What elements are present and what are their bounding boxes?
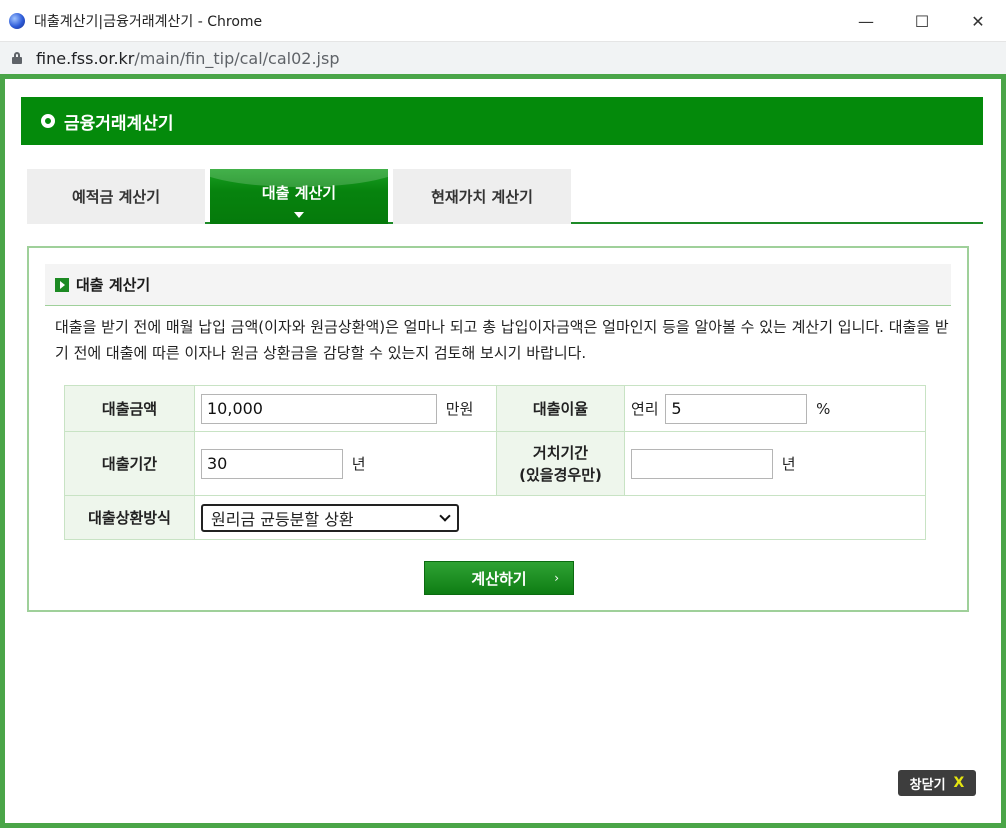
arrow-box-icon bbox=[55, 277, 69, 292]
repayment-method-value: 원리금 균등분할 상환 bbox=[211, 509, 354, 529]
close-popup-label: 창닫기 bbox=[909, 777, 946, 793]
loan-calculator-panel: 대출 계산기 대출을 받기 전에 매월 납입 금액(이자와 원금상환액)은 얼마… bbox=[27, 246, 969, 612]
section-description: 대출을 받기 전에 매월 납입 금액(이자와 원금상환액)은 얼마나 되고 총 … bbox=[55, 318, 949, 362]
rate-prefix: 연리 bbox=[631, 400, 659, 418]
section-header: 대출 계산기 bbox=[45, 264, 951, 306]
rate-input[interactable] bbox=[665, 393, 808, 424]
repayment-method-select[interactable]: 원리금 균등분할 상환 bbox=[201, 503, 459, 532]
grace-label-line2: (있을경우만) bbox=[519, 465, 602, 484]
url-path: /main/fin_tip/cal/cal02.jsp bbox=[134, 48, 340, 68]
section-title: 대출 계산기 bbox=[76, 276, 151, 294]
method-cell: 원리금 균등분할 상환 bbox=[194, 495, 926, 540]
window-titlebar: 대출계산기|금융거래계산기 - Chrome — ☐ ✕ bbox=[0, 0, 1006, 42]
rate-label: 대출이율 bbox=[496, 385, 625, 432]
amount-label: 대출금액 bbox=[64, 385, 195, 432]
tab-deposit-calculator[interactable]: 예적금 계산기 bbox=[27, 169, 205, 224]
address-bar[interactable]: fine.fss.or.kr/main/fin_tip/cal/cal02.js… bbox=[0, 42, 1006, 74]
popup-page: 금융거래계산기 예적금 계산기 대출 계산기 현재가치 계산기 대출 계산기 대… bbox=[0, 74, 1006, 828]
rate-cell: 연리 % bbox=[624, 385, 926, 432]
amount-cell: 만원 bbox=[194, 385, 497, 432]
chevron-down-icon bbox=[439, 509, 451, 522]
grace-cell: 년 bbox=[624, 431, 926, 496]
close-icon: X bbox=[953, 775, 965, 791]
tab-label: 현재가치 계산기 bbox=[431, 188, 533, 206]
minimize-button[interactable]: — bbox=[838, 0, 894, 42]
period-unit: 년 bbox=[351, 455, 366, 473]
calculate-button[interactable]: 계산하기 › bbox=[424, 561, 574, 595]
ring-icon bbox=[41, 114, 55, 128]
rate-unit: % bbox=[816, 399, 831, 418]
period-label: 대출기간 bbox=[64, 431, 195, 496]
page-header: 금융거래계산기 bbox=[21, 97, 983, 145]
period-cell: 년 bbox=[194, 431, 497, 496]
close-window-button[interactable]: ✕ bbox=[950, 0, 1006, 42]
close-popup-button[interactable]: 창닫기 X bbox=[898, 770, 976, 796]
grace-label-line1: 거치기간 bbox=[532, 443, 589, 462]
tab-label: 예적금 계산기 bbox=[71, 188, 161, 206]
calculate-label: 계산하기 bbox=[471, 569, 527, 588]
url-host: fine.fss.or.kr bbox=[36, 48, 135, 68]
tab-present-value-calculator[interactable]: 현재가치 계산기 bbox=[393, 169, 571, 224]
grace-unit: 년 bbox=[781, 455, 796, 473]
url-text[interactable]: fine.fss.or.kr/main/fin_tip/cal/cal02.js… bbox=[36, 49, 339, 68]
maximize-button[interactable]: ☐ bbox=[894, 0, 950, 42]
caret-down-icon bbox=[294, 212, 304, 218]
tab-label: 대출 계산기 bbox=[261, 184, 337, 202]
grace-input[interactable] bbox=[631, 448, 773, 479]
calculator-tabs: 예적금 계산기 대출 계산기 현재가치 계산기 bbox=[27, 164, 983, 224]
window-title: 대출계산기|금융거래계산기 - Chrome bbox=[34, 13, 263, 30]
page-title: 금융거래계산기 bbox=[64, 113, 174, 134]
globe-icon bbox=[9, 12, 25, 29]
loan-form-table: 대출금액 만원 대출이율 연리 % 대출기간 년 bbox=[64, 385, 926, 540]
tab-loan-calculator[interactable]: 대출 계산기 bbox=[210, 169, 388, 224]
grace-label: 거치기간 (있을경우만) bbox=[496, 431, 625, 496]
period-input[interactable] bbox=[201, 448, 343, 479]
amount-input[interactable] bbox=[201, 393, 437, 424]
lock-icon[interactable] bbox=[12, 52, 22, 64]
chevron-right-icon: › bbox=[554, 571, 559, 585]
method-label: 대출상환방식 bbox=[64, 495, 195, 540]
amount-unit: 만원 bbox=[445, 400, 474, 418]
